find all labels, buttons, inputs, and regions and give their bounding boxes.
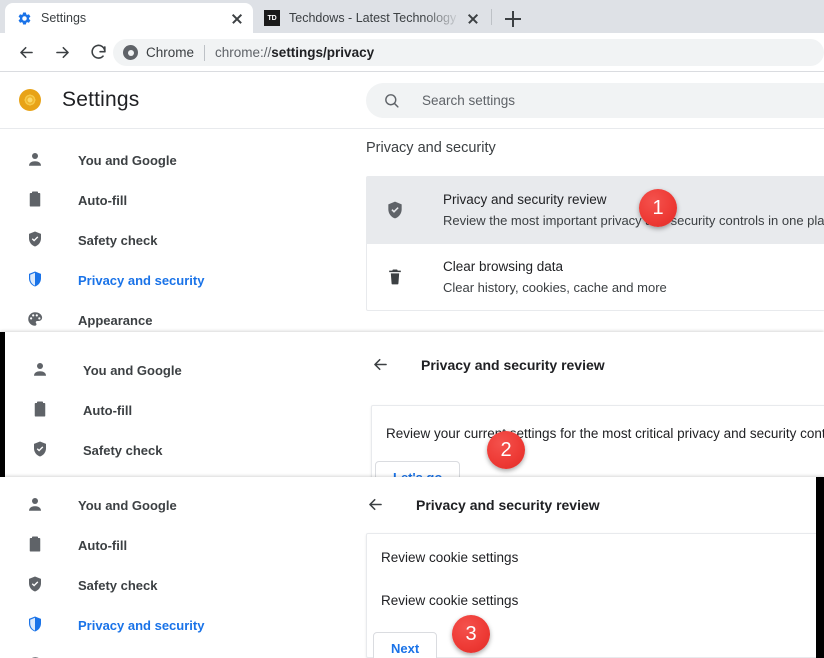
clipboard-icon	[26, 535, 46, 555]
tab-techdows[interactable]: TD Techdows - Latest Technology Ne	[253, 3, 489, 33]
gear-icon	[16, 10, 32, 26]
row-subtitle: Clear history, cookies, cache and more	[443, 280, 667, 295]
back-arrow-icon[interactable]	[366, 495, 386, 515]
tab-title: Techdows - Latest Technology Ne	[289, 11, 461, 25]
next-button[interactable]: Next	[373, 632, 438, 658]
privacy-content: Privacy and security Privacy and securit…	[366, 140, 824, 311]
back-arrow-icon[interactable]	[371, 355, 391, 375]
omnibox-url-prefix: chrome://	[215, 45, 272, 60]
sidebar-item-you-and-google[interactable]: You and Google	[0, 485, 340, 525]
close-icon[interactable]	[229, 10, 245, 26]
page-title: Settings	[62, 88, 140, 111]
td-favicon: TD	[264, 10, 280, 26]
sidebar-item-label: Auto-fill	[83, 402, 133, 418]
sidebar-item-label: You and Google	[83, 362, 182, 378]
palette-icon	[26, 310, 46, 330]
sidebar-item-label: Auto-fill	[78, 192, 128, 208]
sidebar-item-label: Appearance	[78, 312, 153, 328]
row-text: Privacy and security review Review the m…	[443, 190, 824, 230]
chrome-icon	[123, 45, 138, 60]
sidebar-item-label: You and Google	[78, 497, 177, 513]
shield-check-icon	[26, 575, 46, 595]
omnibox-app-label: Chrome	[146, 45, 195, 60]
sidebar-item-privacy-and-security[interactable]: Privacy and security	[0, 260, 340, 300]
reload-icon[interactable]	[84, 38, 112, 66]
sidebar-item-safety-check[interactable]: Safety check	[0, 220, 340, 260]
cookie-line: Review cookie settings	[381, 550, 519, 565]
shield-check-icon	[385, 200, 405, 220]
sidebar-item-privacy-and-security[interactable]: Privacy and security	[0, 605, 340, 645]
person-icon	[26, 150, 46, 170]
tab-title: Settings	[41, 11, 87, 25]
sidebar-item-auto-fill[interactable]: Auto-fill	[0, 180, 340, 220]
person-icon	[26, 495, 46, 515]
settings-sidebar: You and Google Auto-fill Safety check Pr…	[0, 485, 340, 658]
close-icon[interactable]	[465, 10, 481, 26]
cookie-line: Review cookie settings	[381, 593, 519, 608]
sidebar-item-safety-check[interactable]: Safety check	[0, 565, 340, 605]
omnibox-url-path: settings/privacy	[271, 45, 375, 60]
sidebar-item-you-and-google[interactable]: You and Google	[5, 350, 345, 390]
address-bar[interactable]: Chrome chrome://settings/privacy	[113, 39, 824, 66]
shield-icon	[26, 615, 46, 635]
next-button-wrap: Next	[367, 608, 816, 658]
shield-icon	[26, 270, 46, 290]
clipboard-icon	[26, 190, 46, 210]
sidebar-item-label: Safety check	[78, 577, 158, 593]
sidebar-item-safety-check[interactable]: Safety check	[5, 430, 345, 470]
callout-badge-1: 1	[639, 189, 677, 227]
td-favicon-glyph: TD	[264, 10, 280, 26]
sidebar-item-label: Privacy and security	[78, 617, 205, 633]
shield-check-icon	[31, 440, 51, 460]
callout-badge-3: 3	[452, 615, 490, 653]
callout-badge-2: 2	[487, 431, 525, 469]
review-intro-content: Privacy and security review	[371, 342, 824, 388]
omnibox-url: chrome://settings/privacy	[215, 45, 374, 60]
sidebar-item-label: Safety check	[83, 442, 163, 458]
sidebar-item-auto-fill[interactable]: Auto-fill	[5, 390, 345, 430]
settings-header: Settings Search settings	[0, 72, 824, 128]
review-subpage-header: Privacy and security review	[371, 342, 824, 388]
cookies-subpage-content: Privacy and security review	[366, 482, 816, 528]
content-heading: Privacy and security	[366, 140, 496, 156]
browser-toolbar: Chrome chrome://settings/privacy	[0, 33, 824, 72]
search-placeholder: Search settings	[422, 93, 516, 108]
clipboard-icon	[31, 400, 51, 420]
sidebar-item-label: You and Google	[78, 152, 177, 168]
sidebar-item-auto-fill[interactable]: Auto-fill	[0, 525, 340, 565]
sidebar-item-label: Privacy and security	[78, 272, 205, 288]
person-icon	[31, 360, 51, 380]
search-icon	[383, 92, 401, 109]
row-title: Privacy and security review	[443, 192, 607, 207]
privacy-review-cookies-layer-3: You and Google Auto-fill Safety check Pr…	[0, 477, 824, 658]
tab-settings[interactable]: Settings	[5, 3, 253, 33]
row-privacy-security-review[interactable]: Privacy and security review Review the m…	[367, 177, 824, 243]
privacy-card: Privacy and security review Review the m…	[366, 176, 824, 311]
tab-divider	[491, 9, 492, 25]
row-clear-browsing-data[interactable]: Clear browsing data Clear history, cooki…	[367, 243, 824, 310]
row-text: Clear browsing data Clear history, cooki…	[443, 257, 667, 297]
sidebar-item-you-and-google[interactable]: You and Google	[0, 140, 340, 180]
tab-strip: Settings TD Techdows - Latest Technology…	[0, 0, 824, 33]
cookies-subpage-header: Privacy and security review	[366, 482, 816, 528]
subpage-title: Privacy and security review	[421, 357, 605, 373]
review-description: Review your current settings for the mos…	[386, 426, 824, 441]
new-tab-button[interactable]	[500, 6, 526, 32]
back-arrow-icon[interactable]	[12, 38, 40, 66]
row-subtitle: Review the most important privacy and se…	[443, 213, 824, 228]
sidebar-item-label: Auto-fill	[78, 537, 128, 553]
sidebar-item-appearance[interactable]: Appearance	[0, 645, 340, 658]
browser-window: Settings TD Techdows - Latest Technology…	[0, 0, 824, 658]
omnibox-separator	[204, 44, 206, 61]
sidebar-item-label: Safety check	[78, 232, 158, 248]
shield-check-icon	[26, 230, 46, 250]
trash-icon	[385, 267, 405, 287]
row-title: Clear browsing data	[443, 259, 564, 274]
search-input[interactable]: Search settings	[366, 83, 824, 118]
chrome-logo-icon	[19, 89, 41, 111]
forward-arrow-icon[interactable]	[48, 38, 76, 66]
subpage-title: Privacy and security review	[416, 497, 600, 513]
settings-sidebar: You and Google Auto-fill Safety check Pr…	[0, 140, 340, 340]
cookies-card: Review cookie settings Review cookie set…	[366, 533, 816, 658]
